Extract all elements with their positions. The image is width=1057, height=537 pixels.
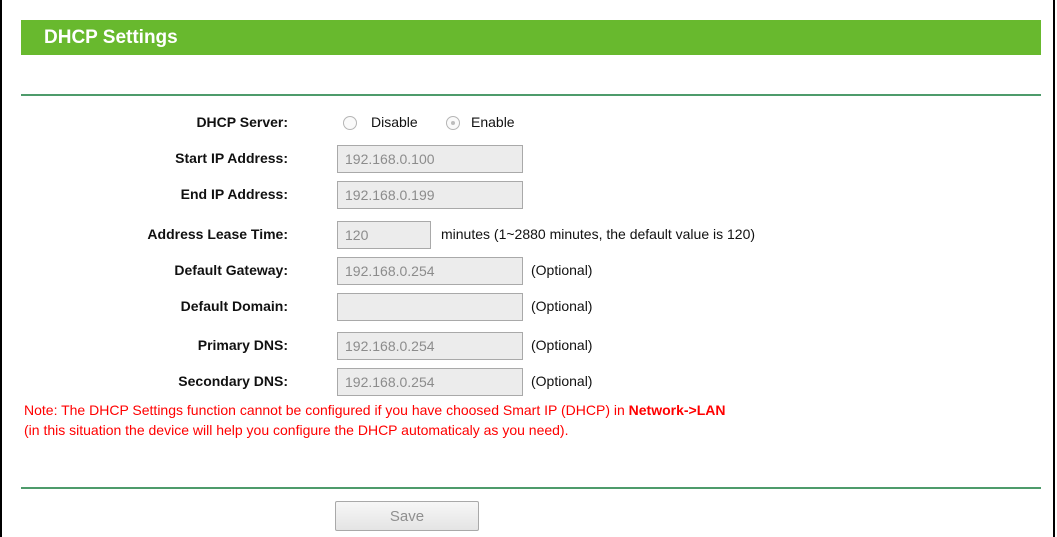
secondary-dns-input[interactable] <box>337 368 523 396</box>
end-ip-row: End IP Address: <box>2 179 1057 209</box>
secondary-dns-row: Secondary DNS: (Optional) <box>2 366 1057 396</box>
start-ip-label: Start IP Address: <box>175 150 288 166</box>
end-ip-input[interactable] <box>337 181 523 209</box>
dhcp-server-label: DHCP Server: <box>196 114 288 130</box>
settings-panel: DHCP Settings DHCP Server: Disable Enabl… <box>0 0 1055 537</box>
primary-dns-label: Primary DNS: <box>197 337 288 353</box>
note-line-1: Note: The DHCP Settings function cannot … <box>24 400 726 420</box>
disable-radio[interactable] <box>343 116 357 130</box>
start-ip-row: Start IP Address: <box>2 143 1057 173</box>
save-button[interactable]: Save <box>335 501 479 531</box>
enable-radio[interactable] <box>446 116 460 130</box>
gateway-row: Default Gateway: (Optional) <box>2 255 1057 285</box>
primary-dns-optional-hint: (Optional) <box>531 337 593 353</box>
gateway-label: Default Gateway: <box>174 262 288 278</box>
dhcp-note: Note: The DHCP Settings function cannot … <box>24 400 726 440</box>
gateway-optional-hint: (Optional) <box>531 262 593 278</box>
secondary-dns-label: Secondary DNS: <box>178 373 288 389</box>
lease-time-input[interactable] <box>337 221 431 249</box>
primary-dns-row: Primary DNS: (Optional) <box>2 330 1057 360</box>
gateway-input[interactable] <box>337 257 523 285</box>
dhcp-server-row: DHCP Server: Disable Enable <box>2 107 1057 137</box>
note-line-1-text: Note: The DHCP Settings function cannot … <box>24 402 629 418</box>
end-ip-label: End IP Address: <box>180 186 288 202</box>
divider-bottom <box>21 487 1041 489</box>
note-line-2: (in this situation the device will help … <box>24 422 569 438</box>
network-lan-link[interactable]: Network->LAN <box>629 402 726 418</box>
page-title: DHCP Settings <box>21 20 1041 55</box>
domain-row: Default Domain: (Optional) <box>2 291 1057 321</box>
primary-dns-input[interactable] <box>337 332 523 360</box>
secondary-dns-optional-hint: (Optional) <box>531 373 593 389</box>
divider-top <box>21 94 1041 96</box>
lease-time-row: Address Lease Time: minutes (1~2880 minu… <box>2 219 1057 249</box>
start-ip-input[interactable] <box>337 145 523 173</box>
radio-selected-dot <box>451 121 455 125</box>
enable-radio-label[interactable]: Enable <box>471 107 515 137</box>
lease-time-label: Address Lease Time: <box>147 226 288 242</box>
domain-label: Default Domain: <box>180 298 288 314</box>
disable-radio-label[interactable]: Disable <box>371 107 418 137</box>
domain-input[interactable] <box>337 293 523 321</box>
domain-optional-hint: (Optional) <box>531 298 593 314</box>
lease-time-hint: minutes (1~2880 minutes, the default val… <box>441 226 756 242</box>
